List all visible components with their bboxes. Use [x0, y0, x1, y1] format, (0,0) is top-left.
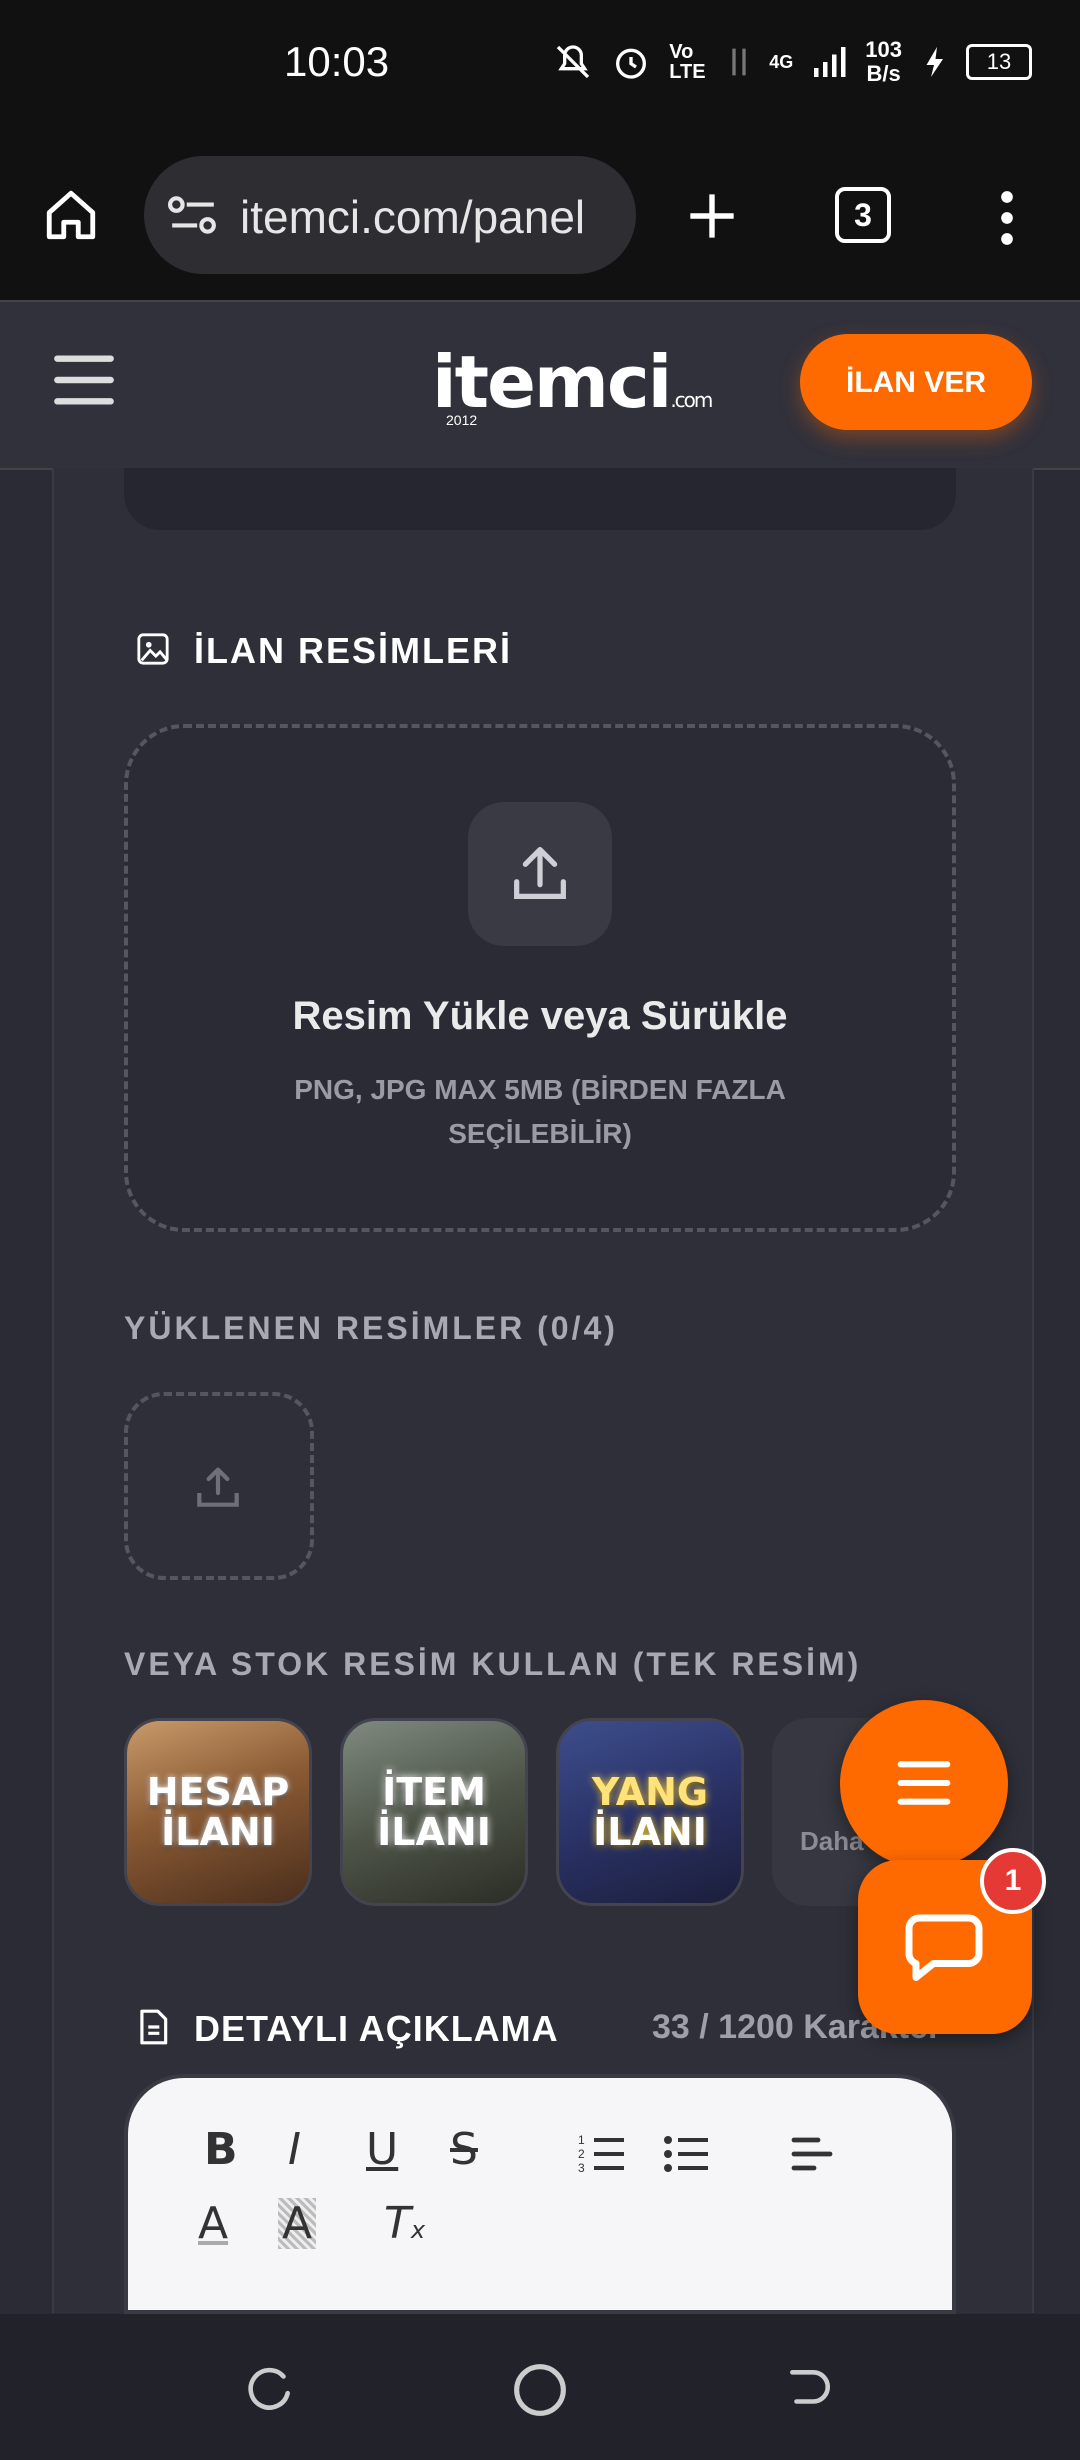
svg-text:1: 1	[578, 2133, 585, 2147]
strikethrough-icon[interactable]: S	[450, 2124, 478, 2175]
status-icons: Vo LTE 4G 103 B/s 13	[553, 38, 1032, 86]
italic-icon[interactable]: I	[288, 2124, 301, 2175]
upload-subtitle: PNG, JPG MAX 5MB (BİRDEN FAZLA SEÇİLEBİL…	[294, 1074, 786, 1149]
stock-image-account-label: HESAP İLANI	[127, 1721, 309, 1903]
stock-label-line2: İLANI	[161, 1810, 275, 1854]
align-left-icon[interactable]	[790, 2132, 834, 2176]
network-speed-value: 103	[865, 37, 902, 62]
stock-image-account[interactable]: HESAP İLANI	[124, 1718, 312, 1906]
stock-image-yang[interactable]: YANG İLANI	[556, 1718, 744, 1906]
clear-format-icon[interactable]: Tx	[384, 2198, 425, 2249]
tab-switcher-button[interactable]: 3	[835, 187, 891, 243]
uploaded-images-heading: YÜKLENEN RESİMLER (0/4)	[124, 1310, 618, 1346]
upload-icon	[514, 847, 566, 899]
chat-bubble-icon	[905, 1914, 983, 1981]
data-arrows-icon	[732, 48, 746, 76]
alarm-icon	[616, 48, 647, 79]
site-settings-icon[interactable]	[168, 194, 218, 236]
battery-indicator: 13	[966, 44, 1032, 80]
stock-image-item[interactable]: İTEM İLANI	[340, 1718, 528, 1906]
logo-year: 2012	[446, 412, 478, 428]
images-section-title: İLAN RESİMLERİ	[194, 630, 513, 671]
small-upload-icon	[197, 1467, 239, 1507]
stock-image-yang-label: YANG İLANI	[559, 1721, 741, 1903]
background-color-icon[interactable]: A	[278, 2198, 317, 2249]
ordered-list-icon[interactable]: 123	[578, 2132, 626, 2176]
stock-label-line1: HESAP	[146, 1770, 290, 1814]
bullet-list-icon[interactable]	[662, 2132, 710, 2176]
logo-suffix: .com	[670, 388, 713, 412]
text-color-icon[interactable]: A	[198, 2198, 228, 2249]
underline-icon[interactable]: U	[366, 2124, 398, 2175]
rich-text-editor[interactable]: B I U S 123 A A Tx	[124, 2074, 956, 2314]
svg-text:2: 2	[578, 2147, 585, 2161]
document-icon	[140, 2009, 168, 2045]
stock-label-line2: İLANI	[593, 1810, 707, 1854]
hamburger-menu-icon[interactable]	[52, 352, 116, 408]
stock-label-line2: İLANI	[377, 1810, 491, 1854]
previous-card-bottom	[124, 468, 956, 530]
recent-apps-icon[interactable]	[246, 2364, 296, 2414]
stock-label-line1: İTEM	[382, 1770, 486, 1814]
clock: 10:03	[284, 38, 390, 85]
signal-icon	[814, 47, 846, 77]
post-listing-button[interactable]: İLAN VER	[800, 334, 1032, 430]
home-icon[interactable]	[42, 186, 100, 244]
signal-label: 4G	[769, 51, 794, 72]
chat-notification-badge: 1	[980, 1848, 1046, 1914]
svg-text:3: 3	[578, 2161, 585, 2175]
stock-label-line1: YANG	[591, 1770, 709, 1814]
mute-bell-icon	[557, 45, 590, 79]
volte-label: Vo LTE	[669, 41, 706, 83]
network-speed: 103 B/s	[865, 38, 902, 86]
more-menu-icon[interactable]	[994, 190, 1020, 246]
home-nav-icon[interactable]	[512, 2362, 568, 2418]
url-text[interactable]: itemci.com/panel	[240, 190, 585, 244]
charging-icon	[926, 47, 943, 77]
stock-image-item-label: İTEM İLANI	[343, 1721, 525, 1903]
description-title: DETAYLI AÇIKLAMA	[194, 2008, 559, 2049]
stock-images-heading: VEYA STOK RESİM KULLAN (TEK RESİM)	[124, 1646, 862, 1682]
back-nav-icon[interactable]	[784, 2364, 834, 2414]
bold-icon[interactable]: B	[204, 2124, 238, 2175]
image-icon	[137, 633, 169, 665]
upload-title: Resim Yükle veya Sürükle	[292, 994, 788, 1038]
menu-lines-icon	[897, 1761, 951, 1805]
new-tab-icon[interactable]	[686, 190, 738, 242]
network-speed-unit: B/s	[866, 61, 901, 86]
